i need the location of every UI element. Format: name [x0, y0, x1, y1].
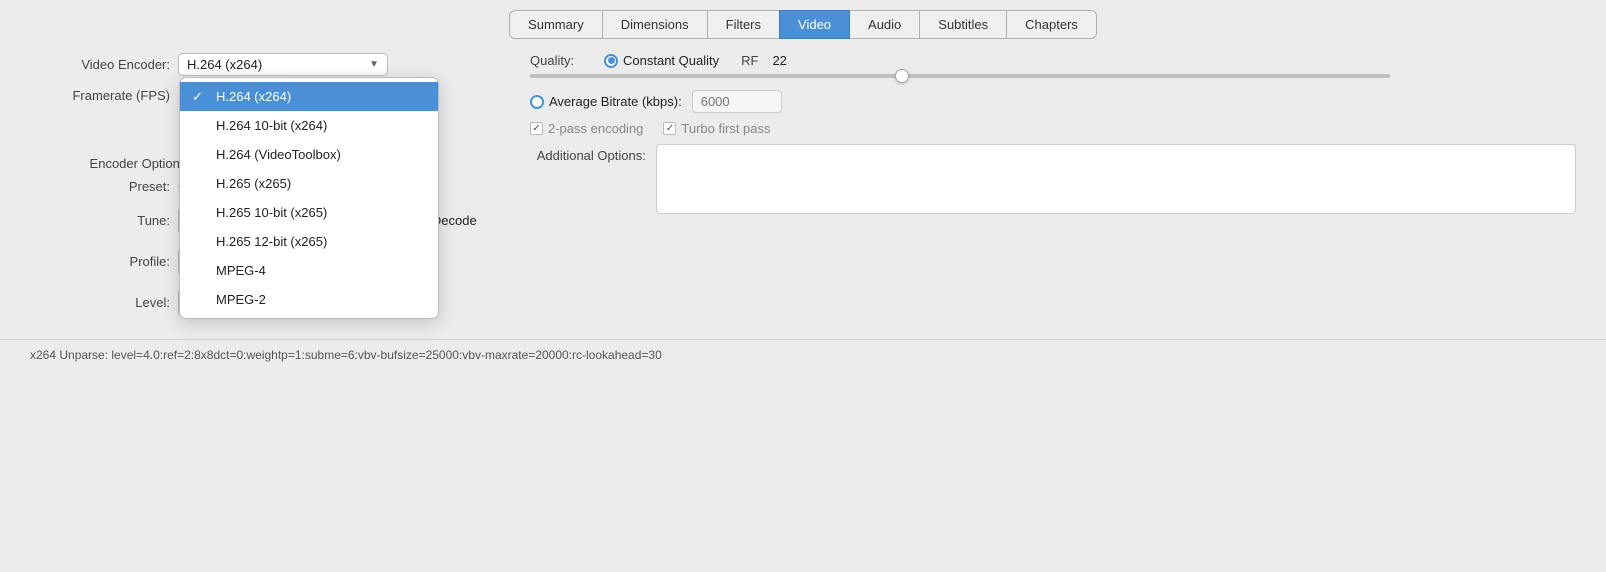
tab-audio[interactable]: Audio	[849, 10, 920, 39]
dropdown-arrow-icon: ▼	[369, 59, 379, 70]
quality-row: Quality: Constant Quality RF 22	[530, 53, 1576, 68]
average-bitrate-radio-btn[interactable]	[530, 95, 544, 109]
constant-quality-text: Constant Quality	[623, 53, 719, 68]
additional-options-label: Additional Options:	[537, 144, 646, 163]
dropdown-item-h264-10bit[interactable]: H.264 10-bit (x264)	[180, 111, 438, 140]
right-panel: Quality: Constant Quality RF 22	[470, 53, 1576, 136]
top-row: Video Encoder: H.264 (x264) ▼ ✓ H.264 (x…	[30, 53, 1576, 136]
video-encoder-dropdown[interactable]: H.264 (x264) ▼ ✓ H.264 (x264) H.264 10-b…	[178, 53, 388, 76]
tab-dimensions[interactable]: Dimensions	[602, 10, 708, 39]
additional-options-textarea[interactable]	[656, 144, 1576, 214]
framerate-label: Framerate (FPS)	[30, 88, 170, 103]
two-pass-label[interactable]: ✓ 2-pass encoding	[530, 121, 643, 136]
dropdown-item-mpeg2[interactable]: MPEG-2	[180, 285, 438, 314]
dropdown-item-h265-12bit[interactable]: H.265 12-bit (x265)	[180, 227, 438, 256]
pass-encoding-row: ✓ 2-pass encoding ✓ Turbo first pass	[530, 121, 1576, 136]
preset-label: Preset:	[30, 179, 170, 194]
turbo-first-pass-text: Turbo first pass	[681, 121, 770, 136]
two-pass-text: 2-pass encoding	[548, 121, 643, 136]
left-panel: Video Encoder: H.264 (x264) ▼ ✓ H.264 (x…	[30, 53, 470, 107]
main-content: Video Encoder: H.264 (x264) ▼ ✓ H.264 (x…	[0, 53, 1606, 321]
encoder-options-label: Encoder Options:	[30, 150, 190, 171]
selected-encoder-label: H.264 (x264)	[187, 57, 262, 72]
tab-video[interactable]: Video	[779, 10, 850, 39]
video-encoder-row: Video Encoder: H.264 (x264) ▼ ✓ H.264 (x…	[30, 53, 470, 76]
bitrate-input[interactable]	[692, 90, 782, 113]
tab-subtitles[interactable]: Subtitles	[919, 10, 1007, 39]
quality-slider-row	[530, 74, 1576, 78]
constant-quality-radio[interactable]: Constant Quality	[604, 53, 719, 68]
two-pass-checkbox[interactable]: ✓	[530, 122, 543, 135]
tab-chapters[interactable]: Chapters	[1006, 10, 1097, 39]
dropdown-item-h265-10bit[interactable]: H.265 10-bit (x265)	[180, 198, 438, 227]
dropdown-item-h264[interactable]: ✓ H.264 (x264)	[180, 82, 438, 111]
rf-value: 22	[772, 53, 786, 68]
video-encoder-label: Video Encoder:	[30, 57, 170, 72]
tab-bar: Summary Dimensions Filters Video Audio S…	[0, 0, 1606, 39]
quality-label: Quality:	[530, 53, 590, 68]
level-label: Level:	[30, 295, 170, 310]
tune-label: Tune:	[30, 213, 170, 228]
unparse-line: x264 Unparse: level=4.0:ref=2:8x8dct=0:w…	[0, 339, 1606, 370]
rf-label: RF	[741, 53, 758, 68]
turbo-first-pass-label[interactable]: ✓ Turbo first pass	[663, 121, 770, 136]
profile-label: Profile:	[30, 254, 170, 269]
checkmark-icon: ✓	[192, 89, 203, 105]
encoder-dropdown-menu: ✓ H.264 (x264) H.264 10-bit (x264) H.264…	[179, 77, 439, 319]
constant-quality-radio-btn[interactable]	[604, 54, 618, 68]
quality-slider[interactable]	[530, 74, 1390, 78]
unparse-text: x264 Unparse: level=4.0:ref=2:8x8dct=0:w…	[30, 348, 662, 362]
tab-summary[interactable]: Summary	[509, 10, 603, 39]
dropdown-item-mpeg4[interactable]: MPEG-4	[180, 256, 438, 285]
average-bitrate-radio[interactable]: Average Bitrate (kbps):	[530, 94, 682, 109]
app-window: Summary Dimensions Filters Video Audio S…	[0, 0, 1606, 572]
average-bitrate-label: Average Bitrate (kbps):	[549, 94, 682, 109]
tab-filters[interactable]: Filters	[707, 10, 780, 39]
additional-options-section: Additional Options:	[477, 144, 1576, 321]
bitrate-row: Average Bitrate (kbps):	[530, 90, 1576, 113]
turbo-first-pass-checkbox[interactable]: ✓	[663, 122, 676, 135]
dropdown-item-h265[interactable]: H.265 (x265)	[180, 169, 438, 198]
dropdown-item-h264-vt[interactable]: H.264 (VideoToolbox)	[180, 140, 438, 169]
